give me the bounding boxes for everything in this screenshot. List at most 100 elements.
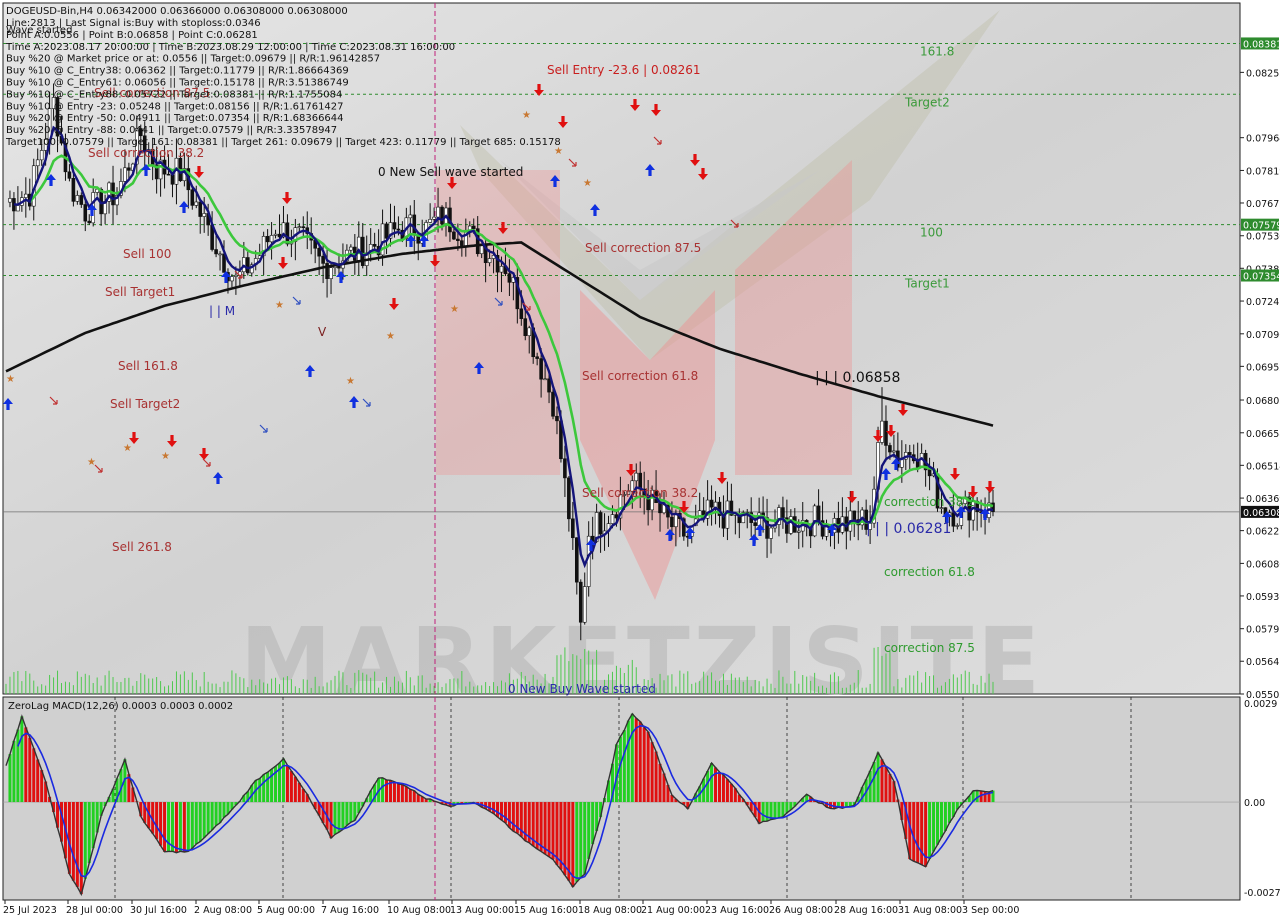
candle-body [170,174,175,185]
candle-body [852,510,857,520]
info-line: Buy %10 @ C_Entry88: 0.05722 || Target:0… [6,89,342,100]
candle-body [194,201,199,206]
candle-body [392,222,397,230]
symbol-line: DOGEUSD-Bin,H4 0.06342000 0.06366000 0.0… [6,6,348,17]
candle-body [574,537,579,583]
candle-body [198,201,203,217]
candle-body [202,213,206,217]
candle-body [578,581,583,623]
candle-body [892,450,896,453]
candle-body [87,220,92,224]
price-tick-label: 0.05791 [1246,625,1280,636]
candle-body [547,378,551,393]
star-icon: ★ [450,304,459,315]
candle-body [709,499,714,508]
info-line: Buy %10 @ Entry -23: 0.05248 || Target:0… [6,101,344,112]
price-tick-label: 0.07530 [1246,232,1280,243]
watermark-text: MARKETZISITE [240,608,1040,715]
signal-label: Sell correction 38.2 [88,146,204,160]
candle-body [610,514,615,524]
signal-label: Sell correction 87.5 [585,241,701,255]
info-line: Buy %10 @ C_Entry61: 0.06056 || Target:0… [6,78,349,89]
time-tick-label: 28 Jul 00:00 [66,905,123,916]
candle-body [951,512,956,527]
candle-body [582,586,587,623]
time-tick-label: 2 Aug 08:00 [194,905,252,916]
candle-body [487,258,492,264]
info-line: Point A:0.0556 | Point B:0.06858 | Point… [6,30,258,41]
info-line: Buy %20 @ Market price or at: 0.0556 || … [6,54,380,65]
candle-body [781,507,785,518]
candle-body [436,206,440,218]
candle-body [384,223,389,239]
candle-body [321,255,325,264]
candle-body [907,452,912,455]
candle-body [273,233,278,236]
star-icon: ★ [522,110,531,121]
candle-body [499,265,504,273]
candle-body [396,228,401,231]
time-tick-label: 5 Aug 00:00 [257,905,315,916]
macd-tick-label: 0.0029 [1244,699,1277,710]
price-tag-text: 0.07354 [1243,272,1280,283]
signal-label: 0 New Sell wave started [378,165,523,179]
signal-label: correction 61.8 [884,565,975,579]
candle-body [816,505,821,521]
candle-body [571,518,575,539]
price-tag-text: 0.07579 [1243,221,1280,232]
time-tick-label: 21 Aug 00:00 [641,905,705,916]
star-icon: ★ [161,451,170,462]
candle-body [127,167,131,171]
candle-body [460,240,464,246]
signal-label: correction 38.2 [884,495,975,509]
candle-body [83,204,88,222]
signal-label: | | | 0.06281 [866,521,951,537]
candle-body [551,391,555,417]
candle-body [297,226,302,228]
candle-body [265,236,270,243]
time-tick-label: 31 Aug 08:00 [898,905,962,916]
candle-body [471,225,476,229]
price-tick-label: 0.06514 [1246,461,1280,472]
price-tick-label: 0.06369 [1246,494,1280,505]
candle-body [955,525,960,527]
info-line: Target100: 0.07579 || Target 161: 0.0838… [5,137,561,148]
candle-body [713,501,718,508]
star-icon: ★ [275,300,284,311]
candle-body [658,502,662,514]
candle-body [408,214,413,219]
signal-label: | | M [209,304,235,318]
star-icon: ★ [6,374,15,385]
candle-body [567,477,571,520]
candle-body [24,193,28,198]
watermark-text: MARKETZISITE [240,608,1040,715]
candle-body [71,178,76,202]
candle-body [35,159,40,167]
macd-tick-label: -0.0027 [1244,888,1280,899]
price-tick-label: 0.07096 [1246,330,1280,341]
candle-body [519,308,524,319]
candle-body [190,189,195,206]
candle-body [372,244,377,247]
signal-label: Sell Entry -23.6 | 0.08261 [547,63,701,77]
chart-canvas: MARKETZISITE 161.8 Target2 100 Target1 ★ ★ ★ ★… [0,0,1280,920]
candle-body [79,195,84,205]
candle-body [753,522,757,526]
candle-body [927,469,932,477]
candle-body [634,472,639,482]
time-tick-label: 15 Aug 16:00 [514,905,578,916]
candle-body [670,516,674,528]
candle-body [555,415,559,422]
star-icon: ★ [346,376,355,387]
time-tick-label: 13 Aug 00:00 [450,905,514,916]
candle-body [412,214,417,236]
candle-body [349,246,353,251]
trading-chart: MARKETZISITE 161.8 Target2 100 Target1 ★ ★ ★ ★… [0,0,1280,920]
time-tick-label: 28 Aug 16:00 [834,905,898,916]
candle-body [214,249,218,255]
price-tick-label: 0.06658 [1246,429,1280,440]
signal-label: Sell 161.8 [118,359,178,373]
price-tick-label: 0.07819 [1246,166,1280,177]
candle-body [166,173,171,176]
current-price-text: 0.06308 [1243,508,1280,519]
